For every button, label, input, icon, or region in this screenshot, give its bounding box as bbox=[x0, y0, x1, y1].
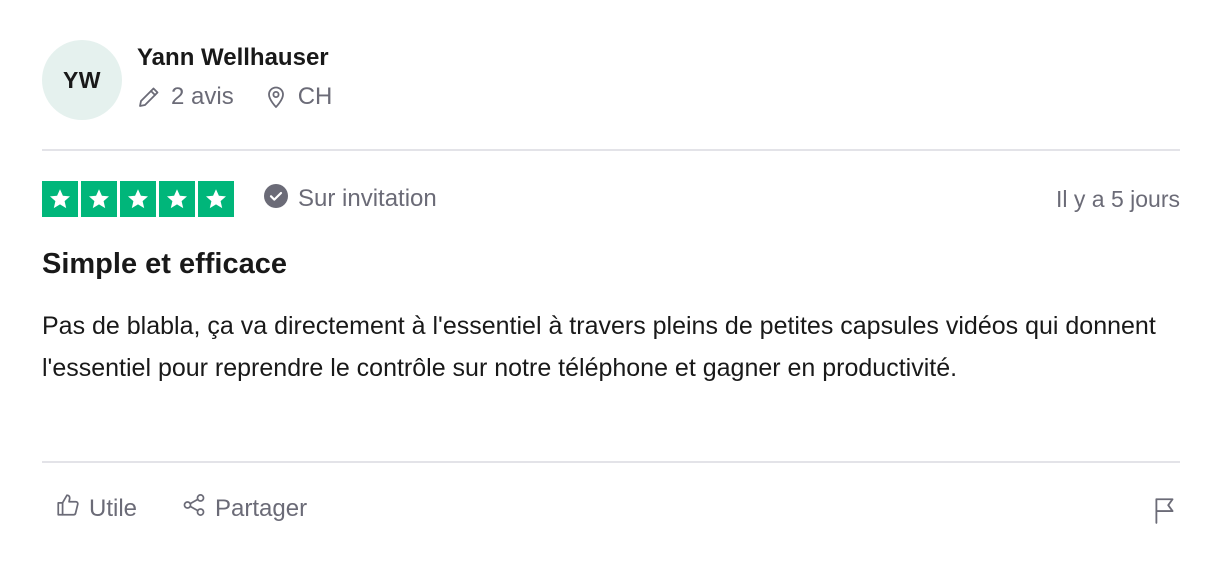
star-rating bbox=[42, 181, 234, 217]
star-icon bbox=[159, 181, 195, 217]
reviewer-meta: 2 avis CH bbox=[137, 83, 332, 111]
flag-icon bbox=[1152, 498, 1178, 528]
country-label: CH bbox=[297, 83, 333, 110]
divider bbox=[42, 461, 1180, 463]
location-pin-icon bbox=[264, 85, 288, 109]
share-label: Partager bbox=[215, 494, 308, 522]
pencil-icon bbox=[137, 85, 161, 109]
avatar[interactable]: YW bbox=[42, 40, 122, 120]
reviewer-country: CH bbox=[264, 83, 333, 111]
review-body: Pas de blabla, ça va directement à l'ess… bbox=[42, 312, 1156, 382]
reviewer-info: Yann Wellhauser 2 avis CH bbox=[137, 41, 332, 111]
report-button[interactable] bbox=[1152, 496, 1178, 529]
review-count-label: 2 avis bbox=[171, 83, 234, 110]
share-button[interactable]: Partager bbox=[181, 492, 307, 525]
review-count: 2 avis bbox=[137, 83, 234, 111]
reviewer-header: YW Yann Wellhauser 2 avis CH bbox=[42, 40, 332, 120]
thumbs-up-icon bbox=[55, 492, 81, 525]
review-actions: Utile Partager bbox=[55, 492, 307, 525]
useful-label: Utile bbox=[89, 494, 138, 522]
verified-badge[interactable]: Sur invitation bbox=[264, 183, 437, 215]
useful-button[interactable]: Utile bbox=[55, 492, 137, 525]
star-icon bbox=[120, 181, 156, 217]
reviewer-name[interactable]: Yann Wellhauser bbox=[137, 41, 332, 75]
review-date: Il y a 5 jours bbox=[1056, 185, 1180, 212]
review-card: YW Yann Wellhauser 2 avis CH Sur invitat… bbox=[0, 0, 1220, 568]
verified-label: Sur invitation bbox=[298, 185, 437, 212]
check-circle-icon bbox=[264, 183, 288, 215]
star-icon bbox=[81, 181, 117, 217]
star-icon bbox=[42, 181, 78, 217]
divider bbox=[42, 149, 1180, 151]
share-icon bbox=[181, 492, 207, 525]
rating-row: Sur invitation Il y a 5 jours bbox=[42, 181, 1180, 217]
star-icon bbox=[198, 181, 234, 217]
review-title: Simple et efficace bbox=[42, 248, 287, 280]
